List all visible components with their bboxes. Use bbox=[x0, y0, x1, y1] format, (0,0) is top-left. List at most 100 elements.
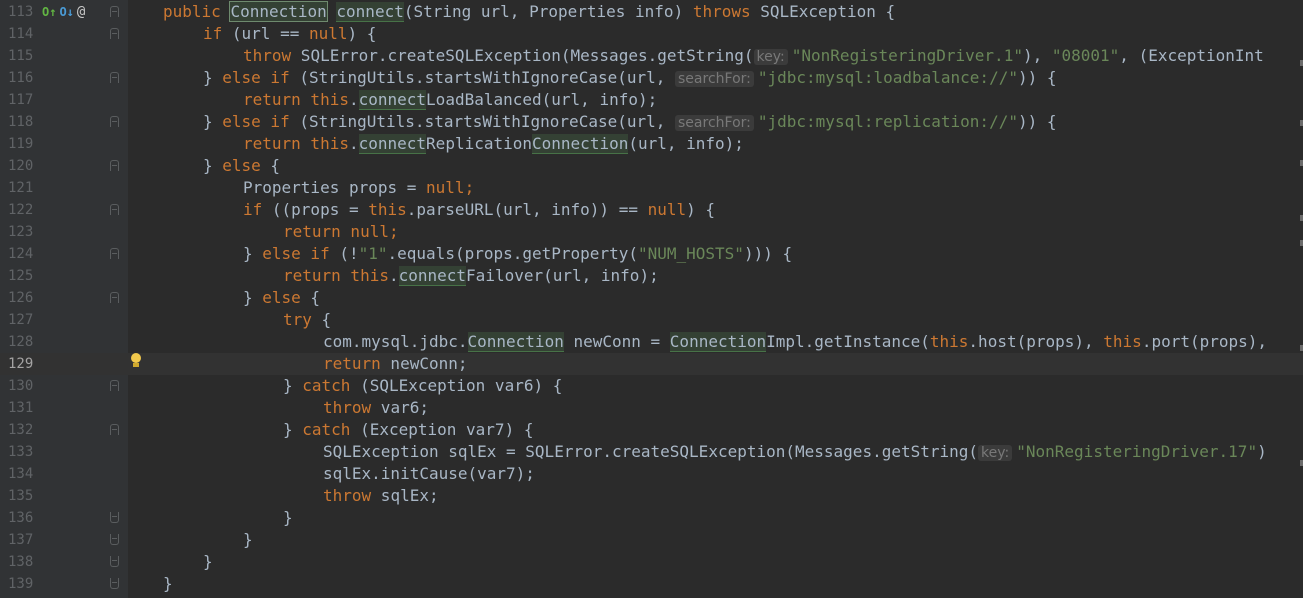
fold-toggle-icon[interactable] bbox=[110, 424, 119, 435]
fold-toggle-icon[interactable] bbox=[110, 72, 119, 83]
code-line[interactable]: 121 Properties props = null; bbox=[0, 177, 1303, 199]
code-line[interactable]: 128 com.mysql.jdbc.Connection newConn = … bbox=[0, 331, 1303, 353]
code-line[interactable]: 137 } bbox=[0, 529, 1303, 551]
code-line[interactable]: 114 if (url == null) { bbox=[0, 23, 1303, 45]
code-line[interactable]: 130 } catch (SQLException var6) { bbox=[0, 375, 1303, 397]
code-text: return null; bbox=[283, 222, 399, 241]
code-line[interactable]: 118 } else if (StringUtils.startsWithIgn… bbox=[0, 111, 1303, 133]
code-text: if (url == null) { bbox=[203, 24, 377, 43]
implemented-icon[interactable]: O↓ bbox=[59, 1, 73, 23]
code-text: return this.connectLoadBalanced(url, inf… bbox=[243, 90, 658, 110]
fold-toggle-icon[interactable] bbox=[110, 204, 119, 215]
lightbulb-icon[interactable] bbox=[130, 353, 142, 369]
line-number: 125 bbox=[8, 268, 34, 284]
code-line[interactable]: 131 throw var6; bbox=[0, 397, 1303, 419]
fold-toggle-icon[interactable] bbox=[110, 556, 119, 567]
line-number: 113 bbox=[8, 4, 34, 20]
code-text: } catch (SQLException var6) { bbox=[283, 376, 563, 395]
code-text: Properties props = null; bbox=[243, 178, 475, 197]
code-line[interactable]: 126 } else { bbox=[0, 287, 1303, 309]
code-line[interactable]: 122 if ((props = this.parseURL(url, info… bbox=[0, 199, 1303, 221]
code-line[interactable]: 132 } catch (Exception var7) { bbox=[0, 419, 1303, 441]
code-text: return this.connectFailover(url, info); bbox=[283, 266, 659, 286]
code-text: } bbox=[283, 508, 293, 527]
code-text: } bbox=[203, 552, 213, 571]
code-line[interactable]: 133 SQLException sqlEx = SQLError.create… bbox=[0, 441, 1303, 463]
line-number: 135 bbox=[8, 488, 34, 504]
line-number: 137 bbox=[8, 532, 34, 548]
code-editor[interactable]: 113 O↑ O↓ @ public Connection connect(St… bbox=[0, 0, 1303, 598]
code-line[interactable]: 123 return null; bbox=[0, 221, 1303, 243]
code-text: sqlEx.initCause(var7); bbox=[323, 464, 535, 483]
code-text: } else if (StringUtils.startsWithIgnoreC… bbox=[203, 68, 1057, 87]
line-number: 119 bbox=[8, 136, 34, 152]
line-number: 131 bbox=[8, 400, 34, 416]
code-text: try { bbox=[283, 310, 332, 329]
line-number: 126 bbox=[8, 290, 34, 306]
code-line[interactable]: 127 try { bbox=[0, 309, 1303, 331]
fold-toggle-icon[interactable] bbox=[110, 248, 119, 259]
code-text: if ((props = this.parseURL(url, info)) =… bbox=[243, 200, 716, 219]
parameter-hint: searchFor: bbox=[675, 71, 754, 87]
code-line[interactable]: 116 } else if (StringUtils.startsWithIgn… bbox=[0, 67, 1303, 89]
line-number: 122 bbox=[8, 202, 34, 218]
annotation-icon[interactable]: @ bbox=[77, 1, 85, 23]
code-text: } catch (Exception var7) { bbox=[283, 420, 534, 439]
code-line[interactable]: 115 throw SQLError.createSQLException(Me… bbox=[0, 45, 1303, 67]
line-number: 118 bbox=[8, 114, 34, 130]
code-text: } else { bbox=[243, 288, 321, 307]
code-line[interactable]: 134 sqlEx.initCause(var7); bbox=[0, 463, 1303, 485]
parameter-hint: key: bbox=[978, 445, 1013, 461]
code-line[interactable]: 120 } else { bbox=[0, 155, 1303, 177]
fold-toggle-icon[interactable] bbox=[110, 292, 119, 303]
code-text: } else if (StringUtils.startsWithIgnoreC… bbox=[203, 112, 1057, 131]
line-number: 121 bbox=[8, 180, 34, 196]
code-text: return this.connectReplicationConnection… bbox=[243, 134, 744, 154]
code-text: } bbox=[163, 574, 173, 593]
code-text: throw sqlEx; bbox=[323, 486, 439, 505]
code-text: throw SQLError.createSQLException(Messag… bbox=[243, 46, 1264, 65]
code-line[interactable]: 119 return this.connectReplicationConnec… bbox=[0, 133, 1303, 155]
line-number: 115 bbox=[8, 48, 34, 64]
code-line[interactable]: 113 O↑ O↓ @ public Connection connect(St… bbox=[0, 1, 1303, 23]
fold-toggle-icon[interactable] bbox=[110, 6, 119, 17]
code-text: public Connection connect(String url, Pr… bbox=[163, 1, 896, 22]
line-number: 120 bbox=[8, 158, 34, 174]
parameter-hint: searchFor: bbox=[675, 115, 754, 131]
fold-toggle-icon[interactable] bbox=[110, 534, 119, 545]
code-line-current[interactable]: 129 return newConn; bbox=[0, 353, 1303, 375]
line-number: 133 bbox=[8, 444, 34, 460]
code-text: } else if (!"1".equals(props.getProperty… bbox=[243, 244, 793, 263]
code-text: return newConn; bbox=[323, 354, 468, 373]
line-number: 114 bbox=[8, 26, 34, 42]
line-number: 132 bbox=[8, 422, 34, 438]
code-text: } bbox=[243, 530, 253, 549]
code-text: SQLException sqlEx = SQLError.createSQLE… bbox=[323, 442, 1267, 461]
overrides-icon[interactable]: O↑ bbox=[42, 1, 56, 23]
line-number: 138 bbox=[8, 554, 34, 570]
gutter-icons: O↑ O↓ @ bbox=[42, 4, 85, 20]
code-line[interactable]: 124 } else if (!"1".equals(props.getProp… bbox=[0, 243, 1303, 265]
line-number: 116 bbox=[8, 70, 34, 86]
code-line[interactable]: 139 } bbox=[0, 573, 1303, 595]
fold-toggle-icon[interactable] bbox=[110, 512, 119, 523]
code-line[interactable]: 138 } bbox=[0, 551, 1303, 573]
line-number: 128 bbox=[8, 334, 34, 350]
code-line[interactable]: 125 return this.connectFailover(url, inf… bbox=[0, 265, 1303, 287]
fold-toggle-icon[interactable] bbox=[110, 116, 119, 127]
code-line[interactable]: 117 return this.connectLoadBalanced(url,… bbox=[0, 89, 1303, 111]
line-number: 129 bbox=[8, 356, 34, 372]
line-number: 127 bbox=[8, 312, 34, 328]
code-text: com.mysql.jdbc.Connection newConn = Conn… bbox=[323, 332, 1268, 352]
line-number: 130 bbox=[8, 378, 34, 394]
fold-toggle-icon[interactable] bbox=[110, 578, 119, 589]
code-line[interactable]: 135 throw sqlEx; bbox=[0, 485, 1303, 507]
line-number: 124 bbox=[8, 246, 34, 262]
fold-toggle-icon[interactable] bbox=[110, 160, 119, 171]
code-text: } else { bbox=[203, 156, 281, 175]
code-line[interactable]: 136 } bbox=[0, 507, 1303, 529]
line-number: 139 bbox=[8, 576, 34, 592]
fold-toggle-icon[interactable] bbox=[110, 28, 119, 39]
fold-toggle-icon[interactable] bbox=[110, 380, 119, 391]
line-number: 136 bbox=[8, 510, 34, 526]
